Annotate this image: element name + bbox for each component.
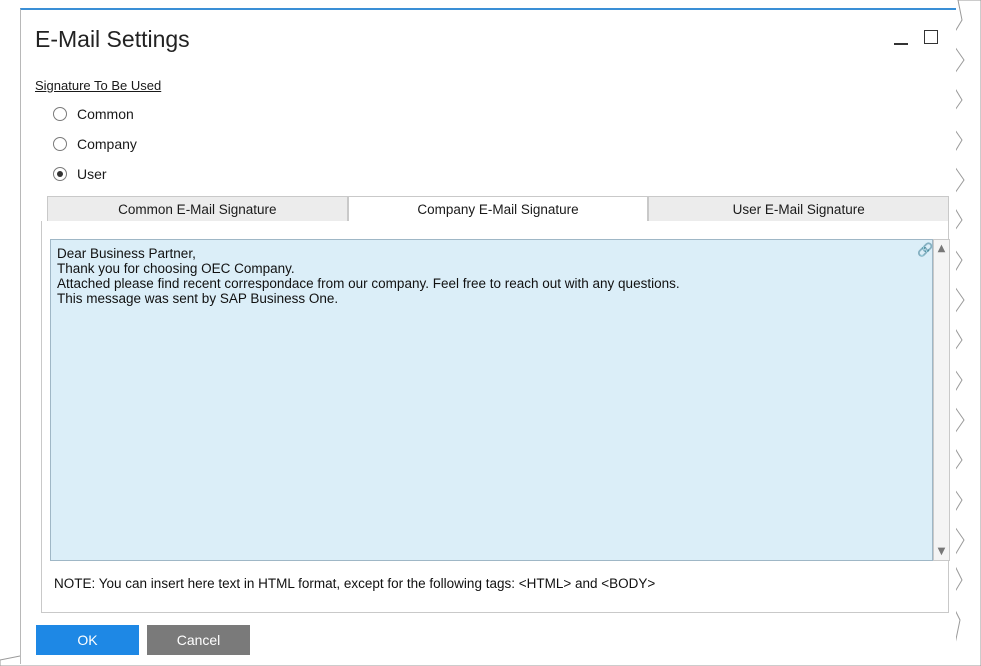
hyperlink-icon[interactable]: 🔗 bbox=[917, 243, 933, 258]
radio-label-common: Common bbox=[77, 106, 134, 122]
cancel-button[interactable]: Cancel bbox=[147, 625, 250, 655]
signature-tabs: Common E-Mail Signature Company E-Mail S… bbox=[47, 196, 950, 222]
tab-common-signature[interactable]: Common E-Mail Signature bbox=[47, 196, 348, 222]
radio-common[interactable]: Common bbox=[53, 106, 134, 122]
editor-scrollbar[interactable]: ▲ ▼ bbox=[933, 239, 950, 561]
radio-user[interactable]: User bbox=[53, 166, 107, 182]
html-note: NOTE: You can insert here text in HTML f… bbox=[54, 576, 656, 591]
window-title: E-Mail Settings bbox=[35, 26, 190, 52]
radio-label-company: Company bbox=[77, 136, 137, 152]
minimize-icon[interactable] bbox=[891, 28, 911, 48]
radio-label-user: User bbox=[77, 166, 107, 182]
ok-button[interactable]: OK bbox=[36, 625, 139, 655]
radio-button-selected[interactable] bbox=[53, 167, 67, 181]
tab-company-signature[interactable]: Company E-Mail Signature bbox=[347, 196, 649, 222]
maximize-icon[interactable] bbox=[921, 28, 941, 48]
signature-editor[interactable]: Dear Business Partner, Thank you for cho… bbox=[50, 239, 933, 561]
radio-button[interactable] bbox=[53, 137, 67, 151]
radio-button[interactable] bbox=[53, 107, 67, 121]
email-settings-window: E-Mail Settings Signature To Be Used Com… bbox=[20, 8, 956, 664]
editor-line: Dear Business Partner, bbox=[57, 246, 196, 261]
editor-line: Attached please find recent correspondac… bbox=[57, 276, 680, 291]
editor-line: Thank you for choosing OEC Company. bbox=[57, 261, 295, 276]
scroll-down-icon[interactable]: ▼ bbox=[934, 543, 949, 560]
editor-line: This message was sent by SAP Business On… bbox=[57, 291, 339, 306]
signature-group-label: Signature To Be Used bbox=[35, 78, 162, 93]
tab-user-signature[interactable]: User E-Mail Signature bbox=[648, 196, 950, 222]
radio-company[interactable]: Company bbox=[53, 136, 137, 152]
scroll-up-icon[interactable]: ▲ bbox=[934, 240, 949, 257]
